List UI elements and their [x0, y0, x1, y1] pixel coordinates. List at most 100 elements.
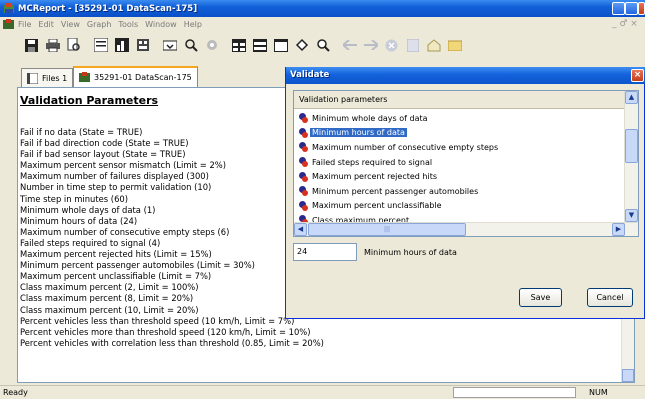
table-icon[interactable] [231, 38, 246, 53]
list-item: Failed steps required to signal (4) [20, 237, 161, 248]
parameter-icon [298, 171, 308, 182]
list-item: Fail if bad sensor layout (State = TRUE) [20, 149, 186, 160]
tab-datascan[interactable]: 35291-01 DataScan-175 [73, 66, 198, 87]
print-preview-icon[interactable] [66, 38, 81, 53]
data-icon[interactable] [135, 38, 150, 53]
list-item: Minimum whole days of data (1) [20, 204, 156, 215]
scroll-down-button[interactable]: ▼ [625, 209, 638, 222]
list-item: Time step in minutes (60) [20, 193, 128, 204]
list-item: Class maximum percent (10, Limit = 20%) [20, 304, 199, 315]
list-item: Fail if no data (State = TRUE) [20, 127, 143, 137]
validate-dialog: Validate × Validation parameters Minimum… [285, 67, 645, 319]
cancel-button[interactable]: Cancel [587, 288, 633, 307]
status-panel [453, 387, 576, 398]
menu-window[interactable]: Window [145, 20, 177, 29]
menu-edit[interactable]: Edit [38, 20, 54, 29]
tab-files[interactable]: Files 1 [21, 68, 74, 87]
search-icon[interactable] [183, 38, 198, 53]
stop-icon[interactable] [384, 38, 399, 53]
folder-icon[interactable] [447, 38, 462, 53]
scroll-thumb[interactable] [625, 129, 638, 163]
panel-icon[interactable] [273, 38, 288, 53]
list-item: Percent vehicles more than threshold spe… [20, 326, 311, 337]
close-button[interactable] [638, 2, 645, 15]
parameter-value-input[interactable]: 24 [293, 243, 357, 261]
list-item[interactable]: Maximum number of consecutive empty step… [298, 140, 500, 155]
list-item: Number in time step to permit validation… [20, 182, 212, 193]
list-item: Percent vehicles less than threshold spe… [20, 315, 295, 326]
graph-icon[interactable] [114, 38, 129, 53]
app-icon [4, 2, 14, 13]
settings-icon[interactable] [204, 38, 219, 53]
document-icon[interactable] [405, 38, 420, 53]
tab-label: Files 1 [42, 73, 68, 83]
list-item: Class maximum percent (2, Limit = 100%) [20, 282, 199, 293]
forward-icon[interactable] [363, 38, 378, 53]
list-item[interactable]: Minimum percent passenger automobiles [298, 184, 500, 199]
files-icon [27, 72, 38, 84]
list-horizontal-scrollbar[interactable]: ◀ ||| ▶ [294, 222, 638, 236]
parameter-list: Minimum whole days of data Minimum hours… [298, 111, 500, 228]
parameter-icon [298, 142, 308, 153]
list-item: Maximum number of failures displayed (30… [20, 171, 209, 182]
drag-icon[interactable] [294, 38, 309, 53]
parameter-icon [298, 113, 308, 124]
dialog-title: Validate [286, 67, 645, 84]
parameter-icon [298, 186, 308, 197]
list-header[interactable]: Validation parameters [294, 91, 625, 109]
columns-icon[interactable] [252, 38, 267, 53]
parameter-icon [298, 200, 308, 211]
list-item: Maximum percent rejected hits (Limit = 1… [20, 249, 212, 260]
list-item[interactable]: Minimum whole days of data [298, 111, 500, 126]
save-button[interactable]: Save [519, 288, 562, 307]
minimize-button[interactable] [612, 2, 625, 15]
parameter-value-label: Minimum hours of data [364, 248, 457, 257]
document-window-icon[interactable] [3, 19, 14, 30]
print-icon[interactable] [45, 38, 60, 53]
parameter-icon [298, 127, 308, 138]
datascan-icon [79, 72, 90, 82]
list-item: Minimum hours of data (24) [20, 215, 138, 226]
status-bar: Ready NUM [0, 385, 645, 399]
menu-view[interactable]: View [61, 20, 80, 29]
save-icon[interactable] [24, 38, 39, 53]
list-vertical-scrollbar[interactable]: ▲ ▼ [624, 91, 638, 223]
menu-bar: File Edit View Graph Tools Window Help _… [0, 17, 645, 32]
menu-tools[interactable]: Tools [118, 20, 138, 29]
list-item: Maximum number of consecutive empty step… [20, 226, 230, 237]
menu-help[interactable]: Help [184, 20, 202, 29]
page-title: Validation Parameters [20, 94, 159, 107]
scroll-right-button[interactable]: ▶ [612, 223, 625, 236]
list-item: Minimum percent passenger automobiles (L… [20, 260, 255, 271]
import-icon[interactable] [162, 38, 177, 53]
back-icon[interactable] [342, 38, 357, 53]
tab-label: 35291-01 DataScan-175 [94, 73, 192, 82]
maximize-button[interactable] [625, 2, 638, 15]
scroll-up-button[interactable]: ▲ [625, 91, 638, 104]
scroll-left-button[interactable]: ◀ [294, 223, 307, 236]
list-item[interactable]: Failed steps required to signal [298, 155, 500, 170]
open-report-icon[interactable] [93, 38, 108, 53]
list-item[interactable]: Maximum percent rejected hits [298, 169, 500, 184]
list-item: Fail if bad direction code (State = TRUE… [20, 138, 189, 149]
scroll-thumb[interactable]: ||| [308, 223, 466, 236]
list-item: Maximum percent sensor mismatch (Limit =… [20, 160, 227, 171]
list-item[interactable]: Maximum percent unclassifiable [298, 199, 500, 214]
scroll-down-button[interactable] [622, 369, 634, 382]
validation-parameter-list: Fail if no data (State = TRUE) Fail if b… [20, 127, 324, 349]
main-title-bar: MCReport - [35291-01 DataScan-175] [0, 0, 645, 17]
parameter-icon [298, 157, 308, 168]
status-text: Ready [3, 388, 28, 397]
toolbar [0, 32, 645, 58]
dialog-close-button[interactable]: × [631, 69, 644, 82]
window-title: MCReport - [35291-01 DataScan-175] [18, 3, 198, 14]
home-icon[interactable] [426, 38, 441, 53]
validation-parameters-listbox[interactable]: Validation parameters Minimum whole days… [293, 90, 639, 237]
list-item: Percent vehicles with correlation less t… [20, 337, 324, 348]
menu-file[interactable]: File [18, 20, 31, 29]
list-item: Class maximum percent (8, Limit = 20%) [20, 293, 194, 304]
zoom-icon[interactable] [315, 38, 330, 53]
menu-graph[interactable]: Graph [87, 20, 112, 29]
mdi-window-controls[interactable]: _ ♂ × [612, 19, 638, 29]
list-item-selected[interactable]: Minimum hours of data [298, 126, 500, 141]
